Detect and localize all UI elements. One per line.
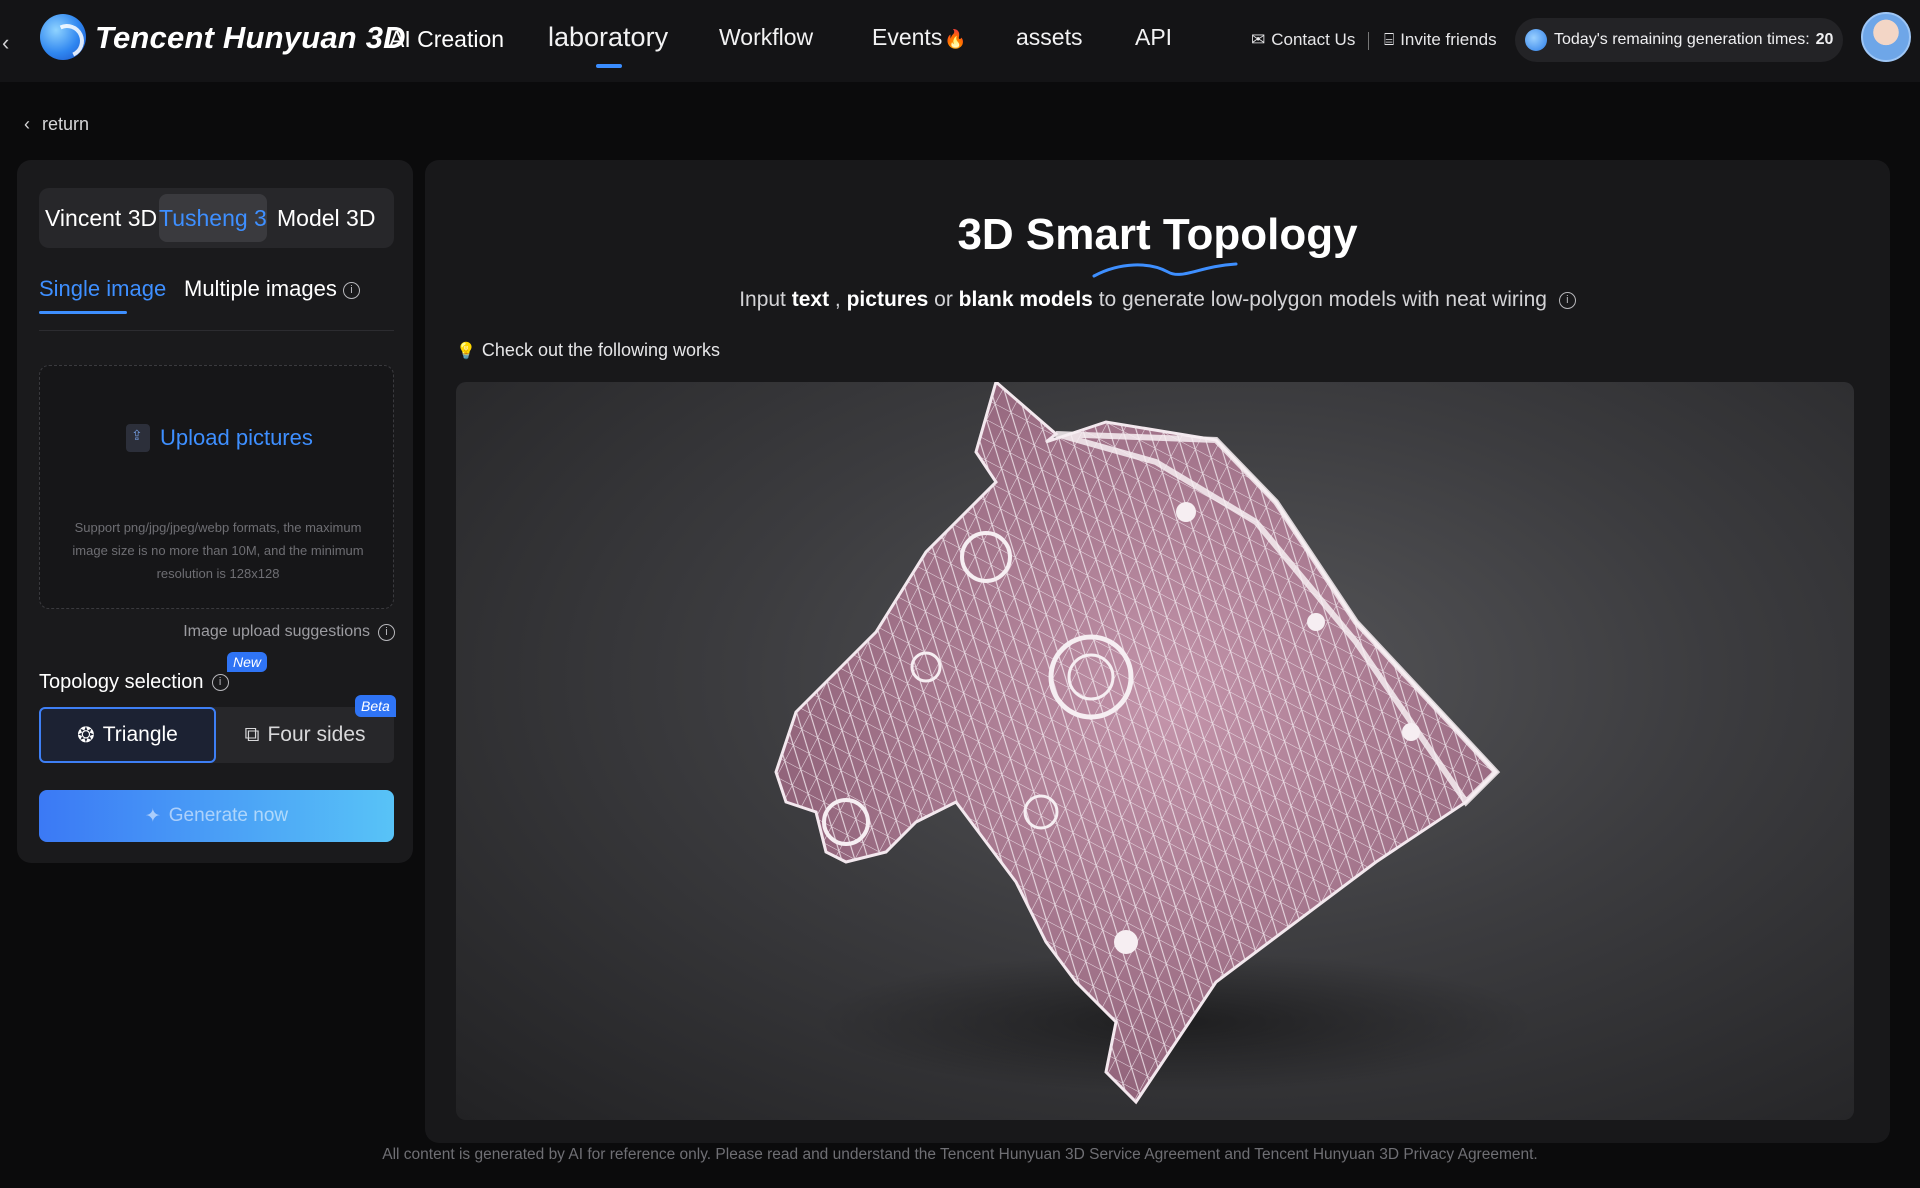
page-subtitle: Input text , pictures or blank models to…: [425, 288, 1890, 312]
mail-icon: ✉: [1251, 30, 1266, 49]
subtitle-emphasis-blank-models: blank models: [958, 288, 1093, 311]
beta-badge: Beta: [355, 695, 396, 717]
sparkle-icon: ✦: [144, 805, 161, 827]
top-navigation-bar: ‹ Tencent Hunyuan 3D AI Creation laborat…: [0, 0, 1920, 82]
gift-icon: ⌸: [1384, 30, 1395, 49]
showcase-panel: 3D Smart Topology Input text , pictures …: [425, 160, 1890, 1143]
upload-dropzone[interactable]: Upload pictures Support png/jpg/jpeg/web…: [39, 365, 394, 609]
nav-events-label: Events: [872, 24, 943, 50]
return-label: return: [42, 114, 90, 134]
footer-disclaimer: All content is generated by AI for refer…: [382, 1146, 1538, 1163]
header-divider: [1368, 32, 1369, 50]
sparkle-icon: [1525, 29, 1547, 51]
topology-triangle-label: Triangle: [102, 723, 178, 746]
brand-subtitle: AI Creation: [389, 26, 505, 52]
lightbulb-icon: 💡: [456, 342, 476, 360]
avatar[interactable]: [1861, 12, 1911, 62]
subtitle-text: ,: [829, 288, 847, 311]
mode-tabs: Vincent 3D Tusheng 3D Model 3D: [39, 188, 394, 248]
image-upload-suggestions[interactable]: Image upload suggestions i: [183, 623, 395, 641]
subtitle-emphasis-pictures: pictures: [846, 288, 929, 311]
nav-assets[interactable]: assets: [1016, 24, 1082, 51]
tab-multiple-images[interactable]: Multiple images i: [184, 276, 360, 302]
info-icon[interactable]: i: [342, 281, 360, 299]
subtitle-text: to generate low-polygon models with neat…: [1092, 288, 1547, 311]
brand-name[interactable]: Tencent Hunyuan 3D: [95, 20, 406, 56]
info-icon[interactable]: i: [211, 674, 229, 691]
generate-now-label: Generate now: [168, 805, 289, 826]
nav-workflow[interactable]: Workflow: [719, 24, 813, 51]
tab-vincent-3d[interactable]: Vincent 3D: [45, 188, 157, 248]
generation-quota-pill[interactable]: Today's remaining generation times: 20: [1515, 18, 1843, 62]
title-underline-swash: [1092, 262, 1238, 278]
upload-format-hint: Support png/jpg/jpeg/webp formats, the m…: [72, 520, 364, 581]
divider: [39, 330, 394, 331]
invite-friends-label: Invite friends: [1400, 30, 1497, 49]
nav-active-indicator: [596, 64, 622, 68]
triangle-mesh-icon: ❂: [77, 723, 95, 747]
info-icon: i: [378, 623, 395, 641]
back-chevron-icon[interactable]: ‹: [2, 30, 18, 55]
tab-multiple-images-label: Multiple images: [184, 276, 337, 301]
four-sides-icon: ⧉: [244, 723, 260, 746]
topology-selection-heading: Topology selection i: [39, 671, 229, 694]
generate-now-button[interactable]: ✦ Generate now: [39, 790, 394, 842]
tab-tusheng-3d[interactable]: Tusheng 3D: [159, 194, 267, 242]
subtitle-text: Input: [739, 288, 792, 311]
page-title: 3D Smart Topology: [957, 210, 1358, 259]
generation-settings-panel: Vincent 3D Tusheng 3D Model 3D Single im…: [17, 160, 413, 863]
return-link[interactable]: ‹ return: [24, 114, 89, 135]
invite-friends-link[interactable]: ⌸ Invite friends: [1384, 30, 1497, 50]
topology-four-sides-label: Four sides: [267, 723, 366, 746]
hunyuan-logo-icon[interactable]: [40, 14, 86, 60]
chevron-left-icon: ‹: [24, 114, 30, 134]
nav-events[interactable]: Events 🔥: [872, 24, 967, 51]
topology-selection-label: Topology selection: [39, 671, 204, 693]
info-icon[interactable]: i: [1558, 291, 1576, 309]
topology-triangle-option[interactable]: ❂ Triangle: [39, 707, 216, 763]
new-badge: New: [227, 652, 268, 672]
quota-value: 20: [1815, 31, 1834, 48]
subtitle-text: or: [928, 288, 959, 311]
flame-icon: 🔥: [944, 29, 967, 49]
example-works-label: Check out the following works: [481, 340, 721, 360]
example-works-heading: 💡 Check out the following works: [456, 340, 720, 361]
horse-head-wireframe-model: [774, 382, 1536, 1105]
subtitle-emphasis-text: text: [791, 288, 830, 311]
contact-us-label: Contact Us: [1271, 30, 1356, 49]
example-model-preview[interactable]: [456, 382, 1854, 1120]
upload-icon: [126, 424, 150, 452]
quota-label: Today's remaining generation times:: [1554, 31, 1810, 48]
upload-label: Upload pictures: [160, 425, 313, 450]
tab-model-3d[interactable]: Model 3D: [277, 188, 375, 248]
contact-us-link[interactable]: ✉ Contact Us: [1251, 30, 1355, 50]
upload-button[interactable]: Upload pictures: [126, 424, 313, 452]
tab-single-image[interactable]: Single image: [39, 276, 166, 302]
topology-options: ❂ Triangle ⧉ Four sides: [39, 707, 394, 763]
nav-api[interactable]: API: [1135, 24, 1172, 51]
nav-laboratory[interactable]: laboratory: [548, 22, 668, 53]
image-upload-suggestions-label: Image upload suggestions: [183, 623, 370, 640]
sub-tab-active-indicator: [39, 311, 127, 314]
